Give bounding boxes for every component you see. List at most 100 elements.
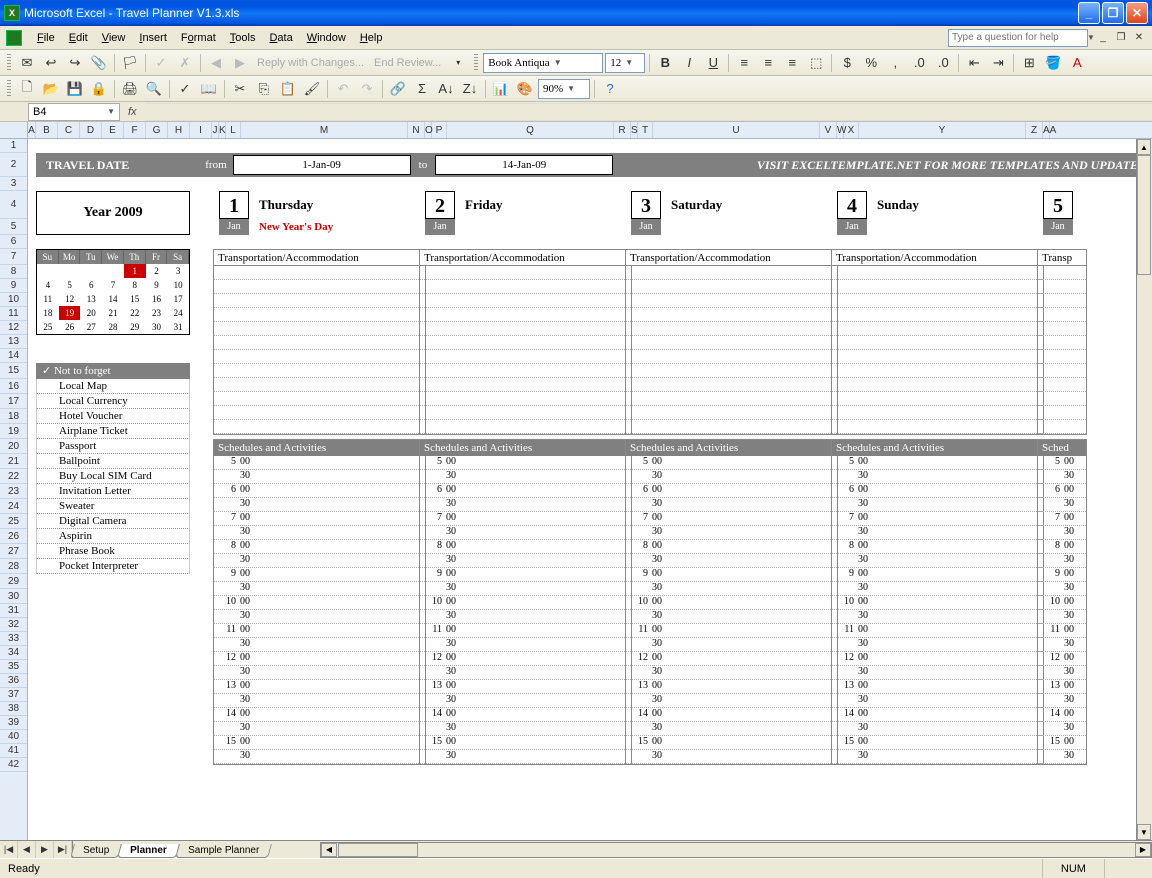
column-header[interactable]: S [631, 122, 638, 138]
list-item[interactable] [626, 280, 837, 294]
list-item[interactable] [420, 378, 631, 392]
doc-close-button[interactable]: ✕ [1132, 31, 1146, 45]
row-header[interactable]: 27 [0, 544, 27, 559]
schedule-row[interactable]: 30 [1038, 610, 1086, 624]
schedule-row[interactable]: 30 [1038, 666, 1086, 680]
list-item[interactable] [420, 280, 631, 294]
maximize-button[interactable]: ❐ [1102, 2, 1124, 24]
column-header[interactable]: M [241, 122, 408, 138]
currency-button[interactable]: $ [836, 52, 858, 74]
schedule-row[interactable]: 30 [832, 470, 1043, 484]
list-item[interactable] [626, 322, 837, 336]
schedule-section[interactable]: Schedules and Activities5003060030700308… [831, 439, 1044, 765]
column-header[interactable]: Y [859, 122, 1026, 138]
row-header[interactable]: 1 [0, 139, 27, 153]
calendar-cell[interactable]: 2 [146, 264, 168, 278]
menu-edit[interactable]: Edit [62, 30, 95, 46]
list-item[interactable] [1038, 336, 1086, 350]
schedule-row[interactable]: 30 [1038, 498, 1086, 512]
calendar-cell[interactable]: 14 [102, 292, 124, 306]
column-header[interactable]: G [146, 122, 168, 138]
schedule-row[interactable]: 600 [832, 484, 1043, 498]
schedule-row[interactable]: 800 [832, 540, 1043, 554]
column-header[interactable]: V [820, 122, 837, 138]
schedule-row[interactable]: 30 [832, 554, 1043, 568]
row-header[interactable]: 41 [0, 744, 27, 758]
list-item[interactable] [1038, 280, 1086, 294]
calendar-cell[interactable]: 11 [37, 292, 59, 306]
ntf-item[interactable]: Sweater [36, 499, 190, 514]
calendar-cell[interactable]: 16 [146, 292, 168, 306]
scroll-thumb[interactable] [1137, 155, 1151, 275]
column-header[interactable]: K [219, 122, 226, 138]
list-item[interactable] [214, 350, 425, 364]
next-change-icon[interactable]: ▶ [229, 52, 251, 74]
fill-color-button[interactable]: 🪣 [1042, 52, 1064, 74]
schedule-row[interactable]: 1100 [420, 624, 631, 638]
tab-prev-button[interactable]: ◀ [18, 841, 36, 858]
flag-icon[interactable]: 🏳 [119, 52, 141, 74]
list-item[interactable] [626, 266, 837, 280]
select-all-corner[interactable] [0, 122, 27, 139]
calendar-cell[interactable]: 27 [80, 320, 102, 334]
list-item[interactable] [1038, 266, 1086, 280]
font-color-button[interactable]: A [1066, 52, 1088, 74]
column-header[interactable]: P [432, 122, 447, 138]
schedule-row[interactable]: 1200 [832, 652, 1043, 666]
toolbar-grip[interactable] [474, 54, 478, 72]
toolbar-grip[interactable] [7, 54, 11, 72]
row-header[interactable]: 9 [0, 279, 27, 293]
ntf-item[interactable]: Local Currency [36, 394, 190, 409]
row-header[interactable]: 32 [0, 618, 27, 632]
schedule-row[interactable]: 700 [1038, 512, 1086, 526]
schedule-row[interactable]: 30 [832, 526, 1043, 540]
list-item[interactable] [626, 392, 837, 406]
save-button[interactable]: 💾 [64, 78, 86, 100]
schedule-row[interactable]: 30 [832, 638, 1043, 652]
schedule-row[interactable]: 30 [832, 750, 1043, 764]
row-header[interactable]: 8 [0, 265, 27, 279]
schedule-row[interactable]: 1400 [214, 708, 425, 722]
calendar-cell[interactable] [102, 264, 124, 278]
schedule-row[interactable]: 1300 [214, 680, 425, 694]
schedule-row[interactable]: 1400 [420, 708, 631, 722]
list-item[interactable] [214, 406, 425, 420]
reject-icon[interactable]: ✗ [174, 52, 196, 74]
list-item[interactable] [214, 294, 425, 308]
schedule-row[interactable]: 30 [626, 694, 837, 708]
column-header[interactable]: L [226, 122, 241, 138]
list-item[interactable] [1038, 392, 1086, 406]
list-item[interactable] [626, 350, 837, 364]
list-item[interactable] [214, 322, 425, 336]
schedule-row[interactable]: 600 [214, 484, 425, 498]
row-header[interactable]: 13 [0, 335, 27, 349]
transportation-section[interactable]: Transportation/Accommodation [213, 249, 426, 435]
schedule-row[interactable]: 30 [214, 470, 425, 484]
schedule-section[interactable]: Schedules and Activities5003060030700308… [213, 439, 426, 765]
row-header[interactable]: 31 [0, 604, 27, 618]
list-item[interactable] [1038, 322, 1086, 336]
sheet-tab[interactable]: Sample Planner [175, 844, 272, 858]
row-header[interactable]: 14 [0, 349, 27, 363]
row-header[interactable]: 4 [0, 191, 27, 219]
calendar-cell[interactable] [80, 264, 102, 278]
list-item[interactable] [832, 364, 1043, 378]
transportation-section[interactable]: Transportation/Accommodation [831, 249, 1044, 435]
font-size-selector[interactable]: 12 ▼ [605, 53, 645, 73]
percent-button[interactable]: % [860, 52, 882, 74]
schedule-row[interactable]: 1100 [832, 624, 1043, 638]
row-header[interactable]: 17 [0, 394, 27, 409]
schedule-row[interactable]: 500 [420, 456, 631, 470]
schedule-row[interactable]: 30 [626, 470, 837, 484]
schedule-row[interactable]: 1100 [214, 624, 425, 638]
menu-window[interactable]: Window [300, 30, 353, 46]
row-header[interactable]: 35 [0, 660, 27, 674]
schedule-row[interactable]: 30 [626, 554, 837, 568]
schedule-row[interactable]: 30 [1038, 582, 1086, 596]
reply-icon[interactable]: ↩ [40, 52, 62, 74]
align-right-button[interactable]: ≡ [781, 52, 803, 74]
schedule-row[interactable]: 700 [420, 512, 631, 526]
list-item[interactable] [214, 420, 425, 434]
ntf-item[interactable]: Ballpoint [36, 454, 190, 469]
calendar-cell[interactable]: 1 [124, 264, 146, 278]
